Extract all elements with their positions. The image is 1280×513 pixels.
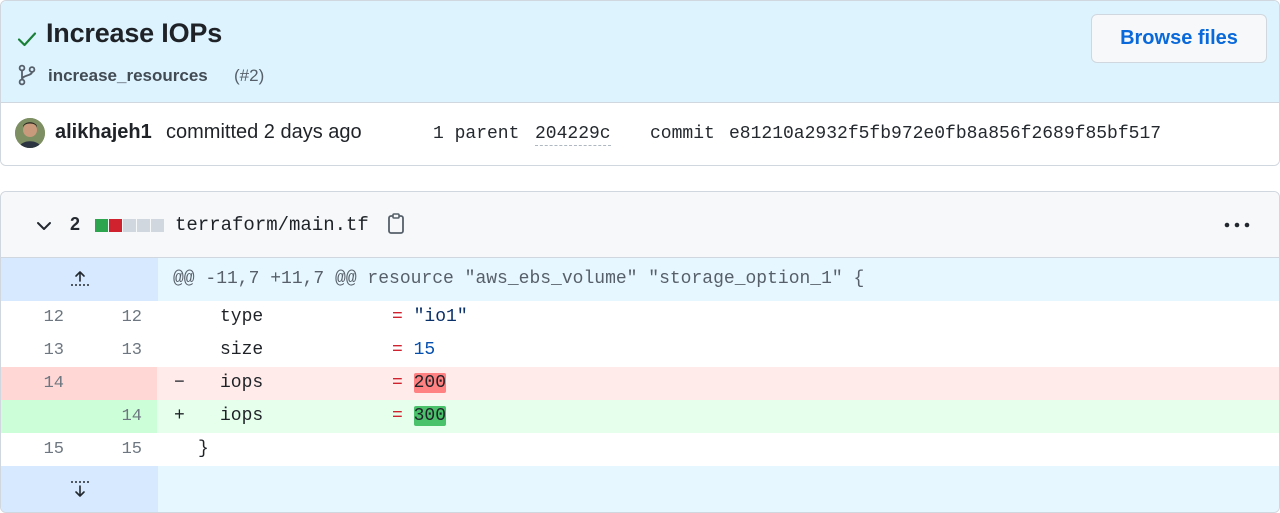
diffstat-block-added [95,219,108,232]
pull-request-link[interactable]: (#2) [234,66,264,86]
expand-down-bg [158,466,1279,512]
old-line-number[interactable]: 12 [1,301,79,334]
commit-label: commit [650,124,715,144]
new-line-number[interactable]: 12 [79,301,157,334]
file-path-link[interactable]: terraform/main.tf [175,214,369,236]
diffstat-block-removed [109,219,122,232]
copy-icon[interactable] [386,213,406,235]
commit-summary: Increase IOPs increase_resources (#2) Br… [1,1,1279,103]
code-line: } [158,433,1279,466]
author-link[interactable]: alikhajeh1 [55,121,152,144]
code-value: 15 [413,340,436,360]
code-line: type = "io1" [158,301,1279,334]
line-marker: + [174,406,185,426]
new-line-number[interactable]: 14 [79,400,157,433]
expand-up-icon[interactable] [69,268,91,290]
expand-down-icon[interactable] [69,478,91,500]
hunk-header-row: @@ -11,7 +11,7 @@ resource "aws_ebs_volu… [1,258,1279,301]
code-operator: = [392,307,403,327]
new-line-number[interactable]: 13 [79,334,157,367]
commit-meta: alikhajeh1 committed 2 days ago 1 parent… [1,103,1279,165]
code-brace: } [198,439,209,459]
old-line-number[interactable]: 15 [1,433,79,466]
diff-line-deletion: 14 − iops = 200 [1,367,1279,400]
commit-title: Increase IOPs [46,18,223,48]
code-value-added: 300 [413,406,447,426]
diffstat-block-neutral [137,219,150,232]
diff-line-context: 12 12 type = "io1" [1,301,1279,334]
avatar[interactable] [15,118,45,148]
commit-header: Increase IOPs increase_resources (#2) Br… [0,0,1280,166]
new-line-number[interactable] [79,367,157,400]
browse-files-button[interactable]: Browse files [1091,14,1267,63]
diffstat-block-neutral [123,219,136,232]
git-branch-icon [18,64,36,86]
code-operator: = [392,406,403,426]
kebab-menu-icon[interactable] [1223,222,1251,228]
file-header: 2 terraform/main.tf [1,192,1279,258]
diff-line-addition: 14 + iops = 300 [1,400,1279,433]
code-key: iops [220,406,264,426]
code-value-removed: 200 [413,373,447,393]
file-diff: 2 terraform/main.tf @@ -11,7 +11,7 @@ re… [0,191,1280,513]
expand-down-row [1,466,1279,512]
code-value: "io1" [413,307,468,327]
commit-sha: e81210a2932f5fb972e0fb8a856f2689f85bf517 [729,124,1162,144]
diff-line-context: 13 13 size = 15 [1,334,1279,367]
old-line-number[interactable]: 14 [1,367,79,400]
code-key: size [220,340,264,360]
diffstat-block-neutral [151,219,164,232]
parent-sha-link[interactable]: 204229c [535,124,611,146]
code-line: + iops = 300 [158,400,1279,433]
code-line: − iops = 200 [158,367,1279,400]
hunk-header: @@ -11,7 +11,7 @@ resource "aws_ebs_volu… [173,269,865,289]
old-line-number[interactable]: 13 [1,334,79,367]
commit-time: committed 2 days ago [166,121,362,143]
chevron-down-icon[interactable] [35,217,53,235]
diff-line-context: 15 15 } [1,433,1279,466]
parent-label: 1 parent [433,124,520,144]
change-count: 2 [70,214,81,234]
branch-link[interactable]: increase_resources [48,66,208,86]
new-line-number[interactable]: 15 [79,433,157,466]
code-key: iops [220,373,264,393]
old-line-number[interactable] [1,400,79,433]
code-operator: = [392,373,403,393]
code-line: size = 15 [158,334,1279,367]
code-operator: = [392,340,403,360]
line-marker: − [174,373,185,393]
check-icon [17,32,37,47]
code-key: type [220,307,264,327]
diffstat [95,219,164,232]
